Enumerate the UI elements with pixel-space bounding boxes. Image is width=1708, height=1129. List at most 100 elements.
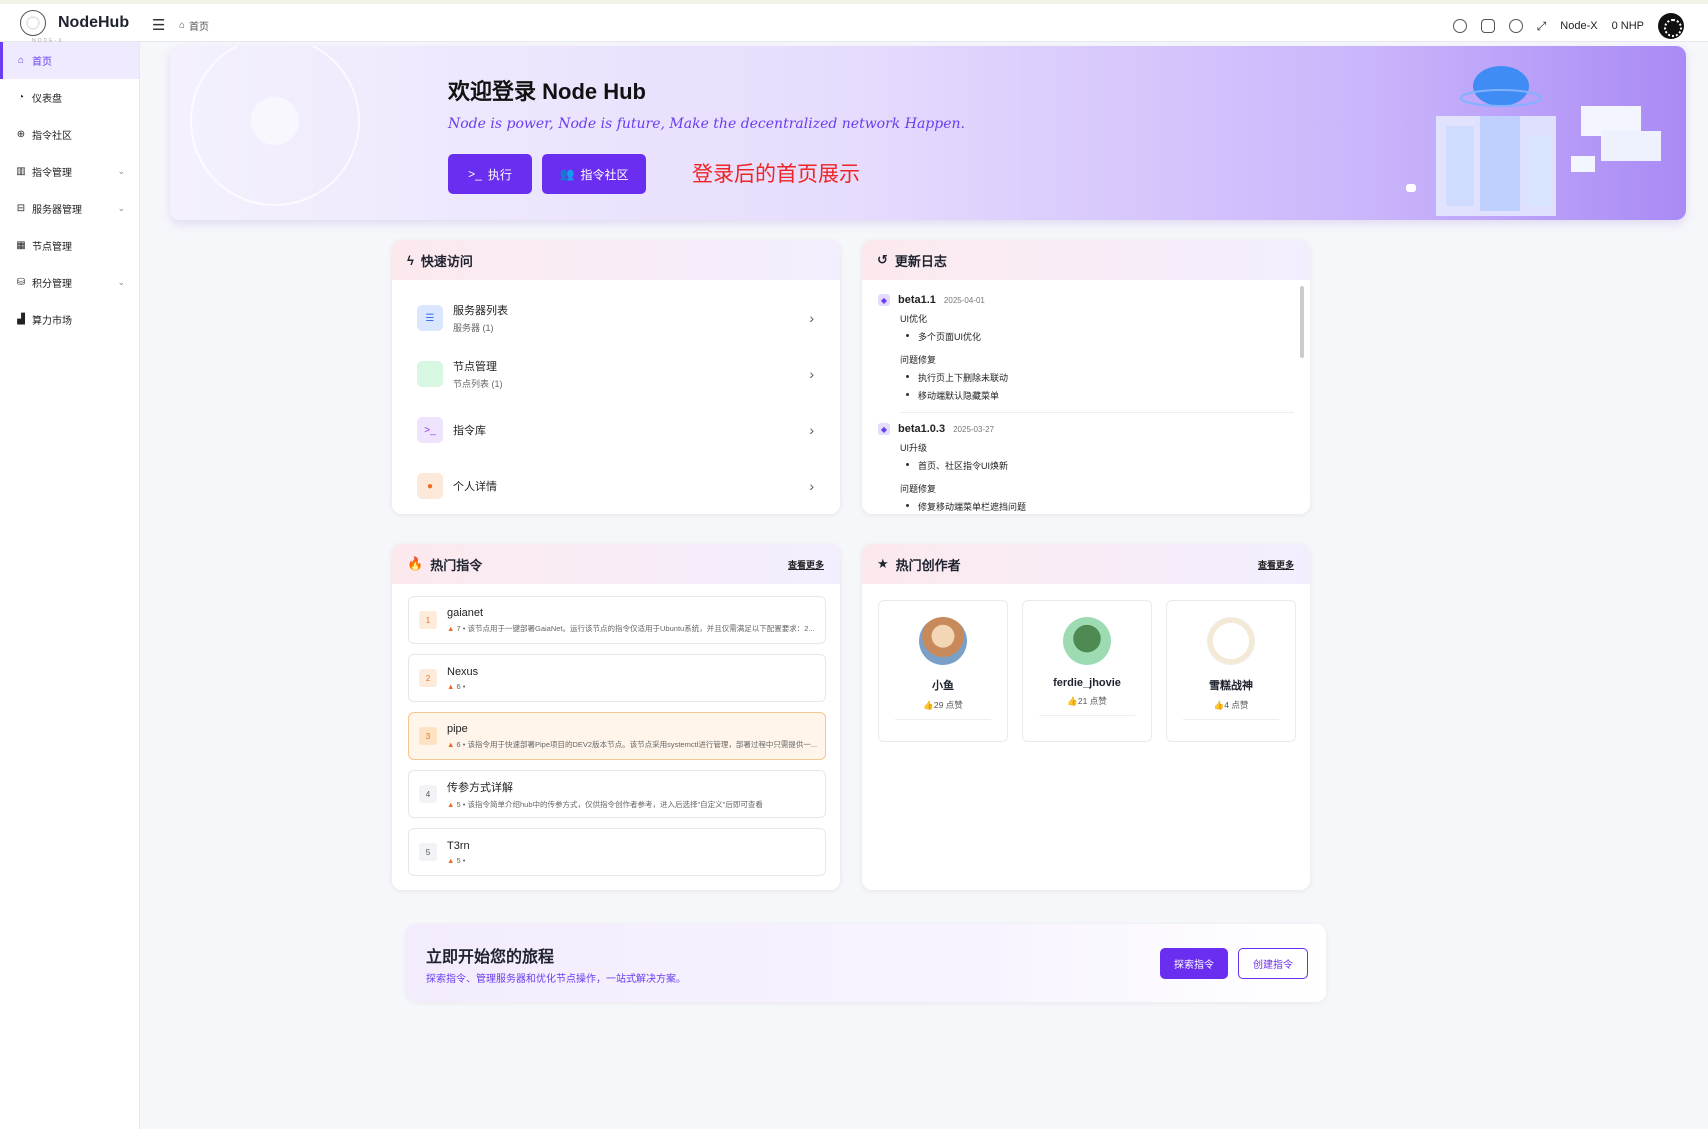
translate-icon[interactable]: [1480, 19, 1495, 33]
command-count: 5: [456, 855, 461, 865]
home-icon: ⌂: [179, 20, 186, 31]
quick-item-library[interactable]: >_ 指令库 ›: [392, 402, 840, 458]
changelog-list[interactable]: ◆ beta1.1 2025-04-01 UI优化 多个页面UI优化 问题修复 执行…: [862, 280, 1310, 514]
log-item: 多个页面UI优化: [906, 330, 1294, 343]
create-command-button[interactable]: 创建指令: [1238, 948, 1308, 979]
command-name: pipe: [447, 722, 468, 735]
balance: 0 NHP: [1611, 20, 1644, 32]
creator-likes: 21 点赞: [1077, 696, 1107, 706]
hot-command-item[interactable]: 2 Nexus ▲ 6 •: [408, 654, 826, 702]
tag-icon: ◆: [878, 423, 890, 435]
hot-command-item[interactable]: 3 pipe ▲ 6 • 该指令用于快速部署Pipe项目的DEV2版本节点。该节点…: [408, 712, 826, 760]
chevron-down-icon: ⌄: [117, 277, 125, 287]
view-more-link[interactable]: 查看更多: [1258, 558, 1294, 571]
quick-item-title: 节点管理: [453, 361, 497, 373]
log-item: 修复移动端菜单栏遮挡问题: [906, 500, 1294, 513]
sidebar-item-dashboard[interactable]: ◔ 仪表盘: [0, 79, 139, 116]
sidebar: ⌂ 首页 ◔ 仪表盘 ⊕ 指令社区 ▥ 指令管理 ⌄ ⊟ 服务器管理 ⌄ ▦ 节点管理 ⛁ 积分管…: [0, 42, 140, 1129]
command-count: 6: [456, 739, 461, 749]
grid-icon: ▦: [16, 240, 26, 251]
refresh-icon[interactable]: [1508, 19, 1523, 33]
chevron-right-icon: ›: [809, 310, 814, 326]
sidebar-item-label: 首页: [32, 57, 52, 68]
sidebar-item-points[interactable]: ⛁ 积分管理 ⌄: [0, 264, 139, 301]
community-button[interactable]: 👥 指令社区: [542, 154, 646, 194]
breadcrumb-current: 首页: [189, 22, 210, 33]
quick-access-title: 快速访问: [420, 253, 473, 269]
quick-access-card: ϟ 快速访问 ☰ 服务器列表 服务器 (1) › 节点管理 节点列表 (1) › >_…: [392, 240, 840, 514]
hot-command-item[interactable]: 5 T3rn ▲ 5 •: [408, 828, 826, 876]
creator-card[interactable]: 小鱼 👍29 点赞: [878, 600, 1008, 742]
creator-name: ferdie_jhovie: [1053, 677, 1121, 689]
bolt-icon: ϟ: [407, 252, 414, 268]
command-desc: 该指令简单介绍hub中的传参方式，仅供指令创作者参考，进入后选择"自定义"后即可…: [467, 799, 763, 809]
flame-icon: ▲: [447, 739, 455, 749]
home-icon: ⌂: [17, 55, 25, 66]
user-icon: ●: [417, 473, 443, 499]
command-name: 传参方式详解: [447, 781, 513, 794]
terminal-icon: >_: [417, 417, 443, 443]
flame-icon: ▲: [447, 681, 455, 691]
creator-name: 雪糕战神: [1209, 680, 1253, 692]
sidebar-item-home[interactable]: ⌂ 首页: [0, 42, 139, 79]
thumbs-up-icon: 👍: [923, 700, 934, 710]
sidebar-item-commands[interactable]: ▥ 指令管理 ⌄: [0, 153, 139, 190]
sidebar-item-label: 仪表盘: [32, 94, 62, 105]
log-section: UI优化: [900, 314, 928, 324]
view-more-link[interactable]: 查看更多: [788, 558, 824, 571]
creator-name: 小鱼: [932, 680, 954, 692]
quick-item-servers[interactable]: ☰ 服务器列表 服务器 (1) ›: [392, 290, 840, 346]
hot-command-item[interactable]: 4 传参方式详解 ▲ 5 • 该指令简单介绍hub中的传参方式，仅供指令创作者参考…: [408, 770, 826, 818]
app-name: NodeHub: [58, 14, 130, 31]
hero-banner: 欢迎登录 Node Hub Node is power, Node is fut…: [170, 46, 1686, 220]
community-button-label: 指令社区: [580, 167, 629, 182]
log-version: beta1.0.3: [898, 423, 946, 435]
creator-card[interactable]: 雪糕战神 👍4 点赞: [1166, 600, 1296, 742]
execute-button[interactable]: >_ 执行: [448, 154, 532, 194]
flame-icon: ▲: [447, 623, 455, 633]
quick-item-nodes[interactable]: 节点管理 节点列表 (1) ›: [392, 346, 840, 402]
hot-command-item[interactable]: 1 gaianet ▲ 7 • 该节点用于一键部署GaiaNet。运行该节点的指令…: [408, 596, 826, 644]
rank-badge: 3: [419, 727, 437, 745]
explore-commands-button[interactable]: 探索指令: [1160, 948, 1228, 979]
hot-creators-card: ★ 热门创作者 查看更多 小鱼 👍29 点赞 ferdie_jhovie 👍21 点…: [862, 544, 1310, 890]
logo[interactable]: NODE-X NodeHub: [20, 10, 130, 44]
creator-card[interactable]: ferdie_jhovie 👍21 点赞: [1022, 600, 1152, 742]
sidebar-item-label: 节点管理: [32, 242, 72, 253]
creator-likes: 29 点赞: [933, 700, 963, 710]
sidebar-item-community[interactable]: ⊕ 指令社区: [0, 116, 139, 153]
flame-icon: ▲: [447, 855, 455, 865]
sidebar-item-market[interactable]: ▟ 算力市场: [0, 301, 139, 338]
quick-item-title: 个人详情: [453, 481, 497, 493]
execute-button-label: 执行: [487, 167, 512, 182]
changelog-title: 更新日志: [894, 253, 947, 269]
log-item: 首页、社区指令UI焕新: [906, 459, 1294, 472]
hero-note: 登录后的首页展示: [692, 163, 860, 186]
log-date: 2025-04-01: [943, 295, 985, 305]
changelog-card: ↺ 更新日志 ◆ beta1.1 2025-04-01 UI优化 多个页面UI优化 问…: [862, 240, 1310, 514]
log-section: 问题修复: [900, 484, 937, 494]
search-icon[interactable]: [1452, 19, 1467, 33]
sidebar-item-nodes[interactable]: ▦ 节点管理: [0, 227, 139, 264]
menu-toggle-icon[interactable]: ☰: [152, 16, 165, 34]
chevron-right-icon: ›: [809, 422, 814, 438]
log-item: 执行页上下删除未联动: [906, 371, 1294, 384]
star-icon: ★: [877, 556, 889, 571]
logo-icon: [20, 10, 46, 36]
quick-item-profile[interactable]: ● 个人详情 ›: [392, 458, 840, 514]
chevron-down-icon: ⌄: [117, 166, 125, 176]
hero-title: 欢迎登录 Node Hub: [448, 79, 646, 104]
main-content: 欢迎登录 Node Hub Node is power, Node is fut…: [140, 42, 1708, 1129]
username[interactable]: Node-X: [1560, 20, 1597, 32]
scrollbar[interactable]: [1300, 286, 1304, 358]
user-avatar[interactable]: [1658, 13, 1684, 39]
command-name: T3rn: [447, 839, 470, 852]
fire-icon: 🔥: [407, 556, 424, 571]
fullscreen-icon[interactable]: ⤢: [1537, 19, 1547, 34]
terminal-icon: >_: [468, 167, 482, 181]
sidebar-item-servers[interactable]: ⊟ 服务器管理 ⌄: [0, 190, 139, 227]
avatar: [919, 617, 967, 665]
quick-item-title: 服务器列表: [453, 305, 508, 317]
command-name: Nexus: [447, 665, 479, 678]
bars-icon: ▥: [16, 166, 26, 177]
